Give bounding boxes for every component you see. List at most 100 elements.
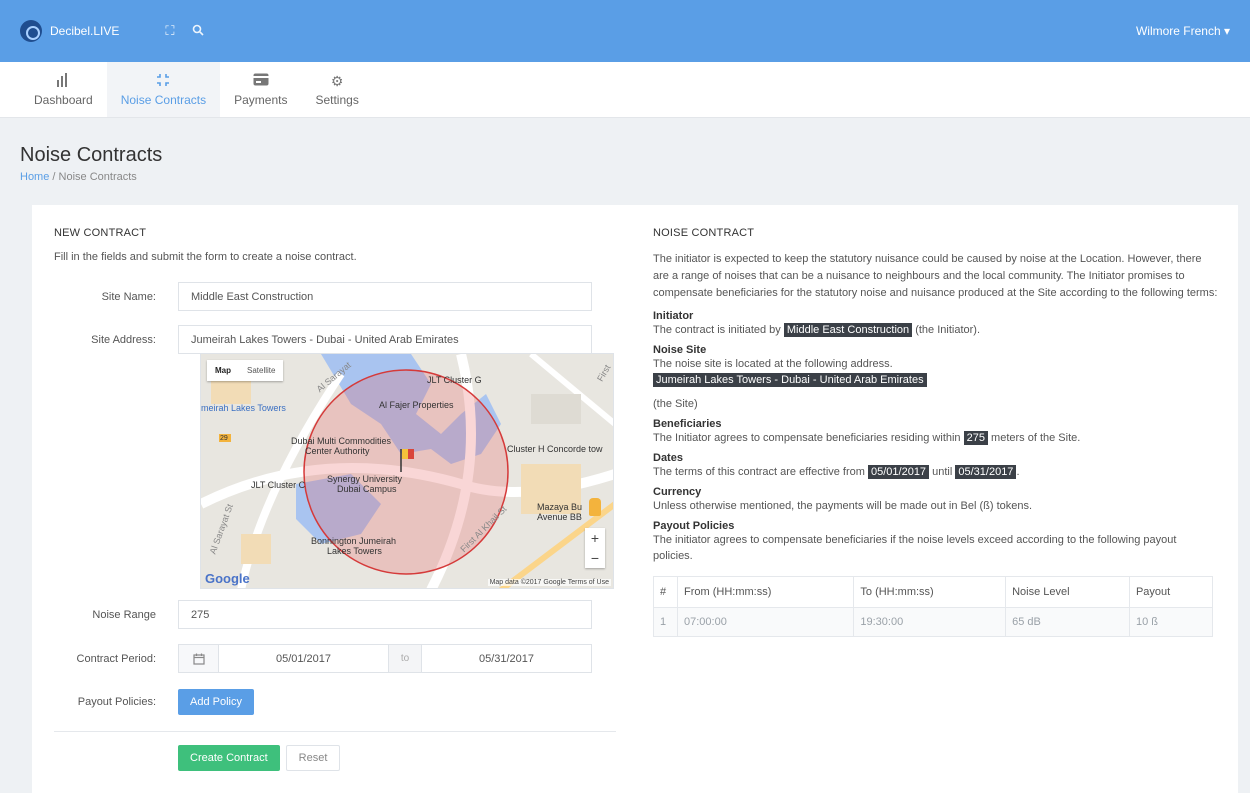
add-policy-button[interactable]: Add Policy [178, 689, 254, 715]
table-header: To (HH:mm:ss) [853, 576, 1007, 608]
contract-panel: NEW CONTRACT Fill in the fields and subm… [32, 205, 1238, 793]
zoom-in-button[interactable]: + [585, 528, 605, 548]
fullscreen-icon[interactable]: ⛶ [165, 23, 174, 39]
zoom-out-button[interactable]: − [585, 548, 605, 568]
top-navbar: Decibel.LIVE ⛶ Wilmore French ▾ [0, 0, 1250, 62]
new-contract-form: NEW CONTRACT Fill in the fields and subm… [54, 227, 616, 771]
map-label: Synergy University [327, 474, 403, 484]
site-map[interactable]: Map Satellite JLT Cluster G Al Fajer Pro… [200, 353, 614, 589]
site-address: Jumeirah Lakes Towers - Dubai - United A… [653, 373, 927, 387]
site-line: The noise site is located at the followi… [653, 358, 893, 370]
dates-until: until [932, 466, 953, 478]
dates-text: The terms of this contract are effective… [653, 466, 865, 478]
table-header: # [653, 576, 678, 608]
site-address-input[interactable]: Jumeirah Lakes Towers - Dubai - United A… [178, 325, 592, 354]
initiator-text: The contract is initiated by [653, 324, 781, 336]
breadcrumb: Home / Noise Contracts [20, 171, 1230, 183]
site-suffix: (the Site) [653, 398, 698, 410]
calendar-icon[interactable] [179, 645, 219, 672]
map-label: 29 [220, 435, 228, 442]
initiator-name: Middle East Construction [783, 323, 913, 337]
tab-label: Payments [234, 92, 288, 107]
noise-range-label: Noise Range [92, 608, 156, 621]
noise-site-heading: Noise Site [653, 344, 707, 356]
reset-button[interactable]: Reset [285, 745, 341, 771]
date-to-label: to [388, 645, 422, 672]
tab-noise-contracts[interactable]: Noise Contracts [106, 62, 221, 117]
table-cell: 1 [653, 607, 678, 637]
map-label: Mazaya Bu [537, 502, 583, 512]
map-label: Cluster H Concorde tow [507, 444, 603, 454]
site-name-label: Site Name: [101, 290, 156, 303]
map-credit[interactable]: Map data ©2017 Google Terms of Use [487, 579, 611, 586]
main-tabs: Dashboard Noise Contracts Payments ⚙ Set… [0, 62, 1250, 118]
contract-period-row: Contract Period: 05/01/2017 to 05/31/201… [54, 644, 616, 673]
google-logo: Google [205, 571, 250, 586]
dates-heading: Dates [653, 452, 683, 464]
street-view-pegman-icon[interactable] [589, 498, 601, 516]
tab-label: Settings [315, 92, 359, 107]
table-row: 1 07:00:00 19:30:00 65 dB 10 ß [653, 607, 1214, 637]
form-divider [54, 731, 616, 732]
table-header: Noise Level [1005, 576, 1130, 608]
currency-text: Unless otherwise mentioned, the payments… [653, 500, 1033, 512]
map-label: Center Authority [305, 446, 370, 456]
map-tab[interactable]: Map [207, 360, 239, 381]
logo-icon [20, 20, 42, 42]
create-contract-button[interactable]: Create Contract [178, 745, 280, 771]
dates-start: 05/01/2017 [868, 465, 930, 479]
payout-policies-label: Payout Policies: [77, 696, 156, 708]
tab-settings[interactable]: ⚙ Settings [301, 62, 372, 117]
contract-period-label: Contract Period: [76, 652, 156, 665]
table-header: Payout [1128, 576, 1214, 608]
beneficiaries-heading: Beneficiaries [653, 418, 722, 430]
credit-card-icon [253, 73, 269, 89]
tab-payments[interactable]: Payments [220, 62, 301, 117]
site-address-row: Site Address: Jumeirah Lakes Towers - Du… [54, 325, 616, 354]
form-title: NEW CONTRACT [54, 227, 147, 239]
breadcrumb-current: Noise Contracts [58, 171, 137, 183]
dates-period: . [1016, 466, 1020, 478]
form-description: Fill in the fields and submit the form t… [54, 251, 357, 263]
table-header-row: # From (HH:mm:ss) To (HH:mm:ss) Noise Le… [653, 576, 1214, 608]
search-icon[interactable] [192, 24, 205, 39]
date-range: 05/01/2017 to 05/31/2017 [178, 644, 592, 673]
tab-label: Dashboard [34, 92, 93, 107]
breadcrumb-home[interactable]: Home [20, 171, 49, 183]
initiator-heading: Initiator [653, 310, 694, 322]
form-actions: Create Contract Reset [54, 745, 616, 771]
beneficiaries-suffix: meters of the Site. [991, 432, 1081, 444]
map-label: Dubai Campus [337, 484, 397, 494]
map-label: Lakes Towers [327, 546, 382, 556]
satellite-tab[interactable]: Satellite [239, 360, 283, 381]
site-name-input[interactable]: Middle East Construction [178, 282, 592, 311]
site-name-row: Site Name: Middle East Construction [54, 282, 616, 311]
map-label: Al Fajer Properties [379, 400, 454, 410]
brand[interactable]: Decibel.LIVE [20, 20, 119, 42]
map-label: JLT Cluster C [251, 480, 306, 490]
map-label: Avenue BB [537, 512, 582, 522]
map-type-toggle: Map Satellite [207, 360, 284, 381]
contract-intro: The initiator is expected to keep the st… [653, 253, 1218, 299]
table-header: From (HH:mm:ss) [676, 576, 855, 608]
compress-icon [156, 73, 170, 89]
noise-range-row: Noise Range 275 [54, 600, 616, 629]
start-date-input[interactable]: 05/01/2017 [219, 645, 388, 672]
app-name: Decibel.LIVE [50, 24, 120, 38]
site-address-label: Site Address: [91, 333, 156, 346]
page-title: Noise Contracts [20, 144, 163, 166]
map-label: Dubai Multi Commodities [291, 436, 392, 446]
tab-dashboard[interactable]: Dashboard [20, 62, 107, 117]
map-label: Bonnington Jumeirah [311, 536, 397, 546]
beneficiaries-line: The Initiator agrees to compensate benef… [653, 430, 1218, 446]
noise-contract-preview: NOISE CONTRACT The initiator is expected… [653, 227, 1218, 637]
map-label: meirah Lakes Towers [201, 403, 286, 413]
noise-range-input[interactable]: 275 [178, 600, 592, 629]
user-menu[interactable]: Wilmore French ▾ [1136, 24, 1230, 38]
end-date-input[interactable]: 05/31/2017 [422, 645, 591, 672]
map-canvas [201, 354, 613, 588]
table-cell: 65 dB [1005, 607, 1130, 637]
contract-title: NOISE CONTRACT [653, 227, 755, 239]
tab-label: Noise Contracts [120, 92, 207, 107]
payout-policy-table: # From (HH:mm:ss) To (HH:mm:ss) Noise Le… [653, 576, 1214, 637]
